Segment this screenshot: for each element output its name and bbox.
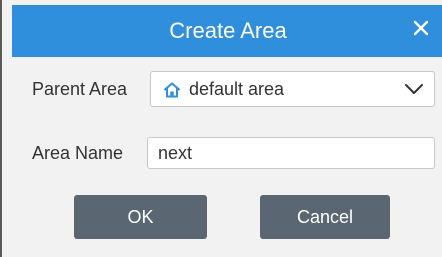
area-name-input[interactable] — [147, 137, 435, 169]
parent-area-value: default area — [189, 79, 285, 99]
home-icon — [164, 82, 180, 98]
parent-area-label: Parent Area — [32, 79, 128, 99]
parent-area-select[interactable]: default area — [150, 71, 435, 107]
area-name-label: Area Name — [32, 143, 124, 163]
dialog-title: Create Area — [169, 18, 287, 43]
dialog-titlebar: Create Area — [12, 5, 442, 57]
cancel-button[interactable]: Cancel — [260, 195, 390, 239]
create-area-dialog: Create Area Parent Area default area Are… — [0, 0, 442, 257]
ok-button[interactable]: OK — [74, 195, 207, 239]
close-icon[interactable] — [410, 17, 432, 39]
chevron-down-icon[interactable] — [404, 81, 424, 97]
